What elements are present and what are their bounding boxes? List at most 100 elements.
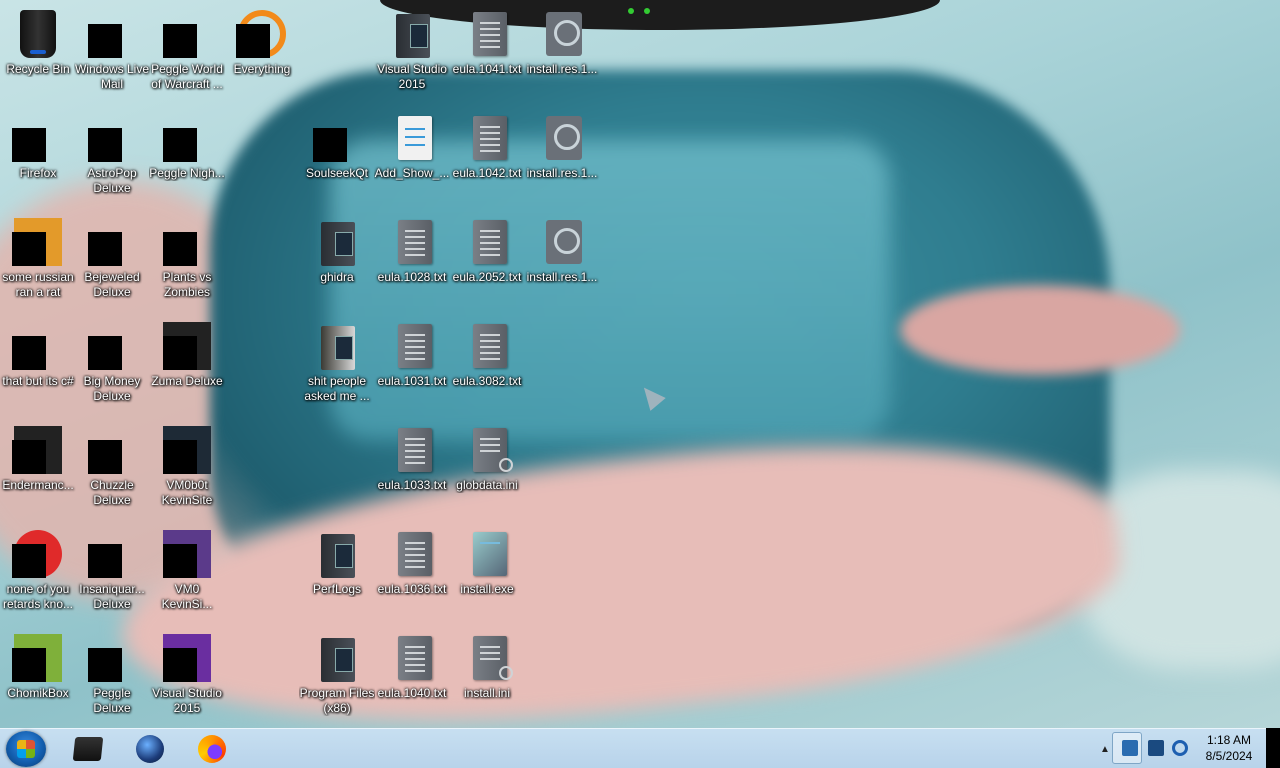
text-file-icon — [463, 10, 511, 58]
game-icon — [88, 634, 136, 682]
icon-label: that but its c# — [2, 374, 74, 388]
icon-label: Windows Live Mail — [74, 62, 150, 91]
globe-icon — [136, 735, 164, 763]
firefox-icon — [12, 114, 62, 162]
icon-label: Insaniquar... Deluxe — [79, 582, 145, 611]
game-icon — [163, 218, 211, 266]
game-icon — [88, 322, 136, 370]
desktop-icon-chomikbox[interactable]: ChomikBox — [0, 628, 76, 728]
desktop-icon-install-exe[interactable]: install.exe — [449, 524, 525, 624]
desktop-icon-eula-2052[interactable]: eula.2052.txt — [449, 212, 525, 312]
taskbar-command-prompt[interactable] — [60, 731, 116, 767]
desktop-icon-chuzzle-deluxe[interactable]: Chuzzle Deluxe — [74, 420, 150, 520]
show-hidden-icons-button[interactable]: ▲ — [1100, 744, 1110, 755]
volume-icon[interactable] — [1172, 740, 1188, 756]
desktop-icon-globdata-ini[interactable]: globdata.ini — [449, 420, 525, 520]
desktop-icon-vm0b0t-kevinsite[interactable]: VM0b0t KevinSite — [149, 420, 225, 520]
monitor-icon[interactable] — [1148, 740, 1164, 756]
desktop-icon-zuma-deluxe[interactable]: Zuma Deluxe — [149, 316, 225, 416]
desktop-icon-install-res-3[interactable]: install.res.1... — [524, 212, 600, 312]
desktop-icon-eula-1031[interactable]: eula.1031.txt — [374, 316, 450, 416]
desktop-icon-recycle-bin[interactable]: Recycle Bin — [0, 4, 76, 104]
desktop-icon-visual-studio-2015-b[interactable]: Visual Studio 2015 — [149, 628, 225, 728]
desktop-icon-peggle-deluxe[interactable]: Peggle Deluxe — [74, 628, 150, 728]
bird-icon — [313, 114, 361, 162]
desktop-icon-peggle-nights[interactable]: Peggle Nigh... — [149, 108, 225, 208]
app-icon — [12, 530, 62, 578]
taskbar-globe-app[interactable] — [122, 731, 178, 767]
icon-label: eula.3082.txt — [452, 374, 522, 388]
desktop-icon-program-files-x86[interactable]: Program Files (x86) — [299, 628, 375, 728]
desktop-icon-endermanch[interactable]: Endermanc... — [0, 420, 76, 520]
text-file-icon — [388, 218, 436, 266]
desktop-icon-ghidra[interactable]: ghidra — [299, 212, 375, 312]
desktop-icon-eula-1036[interactable]: eula.1036.txt — [374, 524, 450, 624]
shortcut-icon — [163, 426, 211, 474]
desktop-icon-eula-1040[interactable]: eula.1040.txt — [374, 628, 450, 728]
desktop-icon-everything[interactable]: Everything — [224, 4, 300, 104]
desktop-icon-bejeweled-deluxe[interactable]: Bejeweled Deluxe — [74, 212, 150, 312]
show-desktop-button[interactable] — [1266, 728, 1280, 768]
installer-icon — [463, 530, 511, 578]
desktop-icon-windows-live-mail[interactable]: Windows Live Mail — [74, 4, 150, 104]
desktop-icon-that-but-its-csharp[interactable]: that but its c# — [0, 316, 76, 416]
text-file-icon — [388, 322, 436, 370]
desktop-icon-none-of-you[interactable]: none of you retards kno... — [0, 524, 76, 624]
folder-icon — [313, 530, 361, 578]
start-button[interactable] — [6, 731, 46, 767]
desktop-icon-astropop-deluxe[interactable]: AstroPop Deluxe — [74, 108, 150, 208]
desktop-icon-plants-vs-zombies[interactable]: Plants vs Zombies — [149, 212, 225, 312]
desktop-icon-add-show[interactable]: Add_Show_... — [374, 108, 450, 208]
desktop-icon-install-ini[interactable]: install.ini — [449, 628, 525, 728]
desktop-icon-install-res-1[interactable]: install.res.1... — [524, 4, 600, 104]
system-tray — [1112, 732, 1200, 764]
network-icon[interactable] — [1122, 740, 1138, 756]
desktop-icon-soulseekqt[interactable]: SoulseekQt — [299, 108, 375, 208]
desktop-icon-eula-1041[interactable]: eula.1041.txt — [449, 4, 525, 104]
desktop-icon-some-russian-ran-a-rat[interactable]: some russian ran a rat — [0, 212, 76, 312]
icon-label: ChomikBox — [7, 686, 69, 700]
text-file-icon — [388, 634, 436, 682]
taskbar-clock[interactable]: 1:18 AM 8/5/2024 — [1198, 732, 1260, 766]
clock-time: 1:18 AM — [1206, 733, 1252, 747]
text-file-icon — [463, 218, 511, 266]
folder-icon — [313, 634, 361, 682]
icon-label: globdata.ini — [456, 478, 518, 492]
icon-label: Peggle World of Warcraft ... — [151, 62, 223, 91]
settings-file-icon — [463, 634, 513, 682]
desktop-icon-eula-1033[interactable]: eula.1033.txt — [374, 420, 450, 520]
desktop-icon-eula-1028[interactable]: eula.1028.txt — [374, 212, 450, 312]
desktop-icon-visual-studio-2015-a[interactable]: Visual Studio 2015 — [374, 4, 450, 104]
icon-label: ghidra — [320, 270, 354, 284]
desktop-icon-eula-3082[interactable]: eula.3082.txt — [449, 316, 525, 416]
desktop-icon-vm0-kevinsi[interactable]: VM0 KevinSi... — [149, 524, 225, 624]
settings-file-icon — [463, 426, 513, 474]
icon-label: AstroPop Deluxe — [87, 166, 137, 195]
desktop-icon-install-res-2[interactable]: install.res.1... — [524, 108, 600, 208]
desktop-icon-eula-1042[interactable]: eula.1042.txt — [449, 108, 525, 208]
desktop-icon-peggle-world-of-warcraft[interactable]: Peggle World of Warcraft ... — [149, 4, 225, 104]
icon-label: VM0 KevinSi... — [161, 582, 213, 611]
desktop-icon-firefox[interactable]: Firefox — [0, 108, 76, 208]
game-icon — [88, 530, 136, 578]
icon-label: some russian ran a rat — [2, 270, 74, 299]
taskbar-firefox[interactable] — [184, 731, 240, 767]
desktop-icon-big-money-deluxe[interactable]: Big Money Deluxe — [74, 316, 150, 416]
icon-label: PerfLogs — [312, 582, 362, 596]
visual-studio-icon — [163, 634, 211, 682]
folder-icon — [313, 218, 361, 266]
game-icon — [88, 218, 136, 266]
game-icon — [88, 114, 136, 162]
icon-label: Plants vs Zombies — [162, 270, 212, 299]
icon-label: install.ini — [463, 686, 511, 700]
game-icon — [163, 114, 211, 162]
clock-date: 8/5/2024 — [1205, 749, 1253, 763]
icon-label: eula.1031.txt — [377, 374, 447, 388]
icon-label: Bejeweled Deluxe — [84, 270, 140, 299]
icon-label: install.exe — [460, 582, 514, 596]
desktop-icon-shit-people-asked-me[interactable]: shit people asked me ... — [299, 316, 375, 416]
chomikbox-icon — [12, 634, 62, 682]
icon-label: Endermanc... — [2, 478, 74, 492]
desktop-icon-perflogs[interactable]: PerfLogs — [299, 524, 375, 624]
desktop-icon-insaniquarium-deluxe[interactable]: Insaniquar... Deluxe — [74, 524, 150, 624]
